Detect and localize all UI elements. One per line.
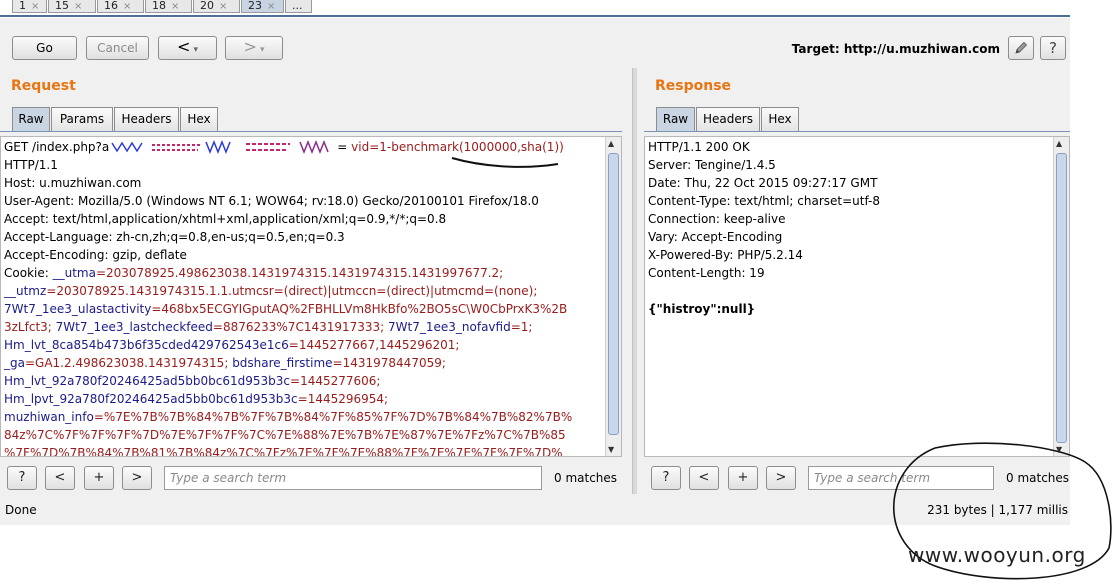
request-scrollbar[interactable]: ▲ ▼ (605, 137, 621, 456)
response-line: {"histroy":null} (648, 302, 756, 316)
request-line: %7F%7D%7B%84%7B%81%7B%84z%7C%7Fz%7E%7F%7… (4, 446, 563, 457)
close-icon[interactable]: × (74, 1, 82, 12)
response-matches: 0 matches (1006, 471, 1070, 485)
response-line: X-Powered-By: PHP/5.2.14 (648, 248, 803, 262)
request-tabs-underline (0, 131, 622, 132)
response-line: Connection: keep-alive (648, 212, 786, 226)
top-tab-1[interactable]: 1 × (12, 0, 47, 13)
response-search-input[interactable] (808, 466, 994, 490)
close-icon[interactable]: × (123, 1, 131, 12)
request-scroll-thumb[interactable] (608, 153, 619, 435)
back-dropdown-icon[interactable]: ▾ (193, 45, 198, 55)
top-tab-16[interactable]: 16 × (97, 0, 144, 13)
tab-request-hex[interactable]: Hex (180, 107, 218, 131)
request-line: GET /index.php?a = vid=1-benchmark(100000… (4, 140, 564, 154)
scroll-down-icon[interactable]: ▼ (1056, 445, 1062, 454)
response-search-prev-button[interactable]: < (689, 466, 719, 490)
request-line: _ga=GA1.2.498623038.1431974315; bdshare_… (4, 356, 446, 370)
tab-response-headers[interactable]: Headers (696, 107, 760, 131)
request-editor[interactable]: GET /index.php?a = vid=1-benchmark(100000… (0, 136, 622, 457)
response-line: Content-Length: 19 (648, 266, 765, 280)
request-line: Accept-Language: zh-cn,zh;q=0.8,en-us;q=… (4, 230, 345, 244)
request-line: Hm_lpvt_92a780f20246425ad5bb0bc61d953b3c… (4, 392, 389, 406)
top-tab-15[interactable]: 15 × (48, 0, 96, 13)
response-scrollbar[interactable]: ▲ ▼ (1053, 137, 1069, 456)
watermark-text: www.wooyun.org (908, 543, 1086, 567)
tab-response-hex[interactable]: Hex (761, 107, 799, 131)
close-icon[interactable]: × (171, 1, 179, 12)
response-search-help-button[interactable]: ? (651, 466, 681, 490)
tab-request-raw[interactable]: Raw (12, 107, 50, 131)
top-tab-23[interactable]: 23 × (241, 0, 284, 13)
target-label: Target: http://u.muzhiwan.com (791, 42, 1000, 56)
repeater-window: 1 × 15 × 16 × 18 × 20 × 23 ×... Go Cancel < ▾ > ▾ Tar… (0, 0, 1070, 525)
request-line: Hm_lvt_8ca854b473b6f35cded429762543e1c6=… (4, 338, 460, 352)
top-tab-label: ... (292, 0, 303, 12)
top-tab-18[interactable]: 18 × (145, 0, 192, 13)
pane-splitter[interactable] (632, 68, 637, 494)
scroll-down-icon[interactable]: ▼ (608, 445, 614, 454)
top-tab-label: 1 (19, 0, 26, 12)
back-button[interactable]: < ▾ (158, 36, 217, 60)
response-line (648, 282, 1051, 300)
tab-response-raw[interactable]: Raw (656, 107, 695, 131)
response-tabs-underline (644, 131, 1070, 132)
response-line: Server: Tengine/1.4.5 (648, 158, 776, 172)
tab-request-params[interactable]: Params (51, 107, 113, 131)
request-line: muzhiwan_info=%7E%7B%7B%84%7B%7F%7B%84%7… (4, 410, 573, 424)
request-line: Accept: text/html,application/xhtml+xml,… (4, 212, 447, 226)
request-line: Host: u.muzhiwan.com (4, 176, 142, 190)
status-text: Done (5, 503, 37, 517)
forward-dropdown-icon[interactable]: ▾ (260, 45, 265, 55)
request-line: User-Agent: Mozilla/5.0 (Windows NT 6.1;… (4, 194, 539, 208)
tab-strip-underline (0, 15, 1070, 17)
top-tab-20[interactable]: 20 × (193, 0, 240, 13)
request-line: Hm_lvt_92a780f20246425ad5bb0bc61d953b3c=… (4, 374, 381, 388)
top-tab-label: 20 (200, 0, 214, 12)
scroll-up-icon[interactable]: ▲ (608, 139, 614, 148)
request-line: 3zLfct3; 7Wt7_1ee3_lastcheckfeed=8876233… (4, 320, 533, 334)
response-scroll-thumb[interactable] (1056, 153, 1067, 443)
request-search-add-button[interactable]: + (84, 466, 114, 490)
top-tab-label: 16 (104, 0, 118, 12)
cancel-button[interactable]: Cancel (86, 36, 149, 60)
request-title: Request (11, 78, 76, 94)
request-line: 84z%7C%7F%7F%7F%7D%7E%7F%7F%7C%7E%88%7E%… (4, 428, 566, 442)
forward-button[interactable]: > ▾ (225, 36, 283, 60)
response-line: Content-Type: text/html; charset=utf-8 (648, 194, 881, 208)
request-search-input[interactable] (164, 466, 542, 490)
edit-target-button[interactable] (1008, 36, 1034, 60)
top-tab-label: 15 (55, 0, 69, 12)
top-tab-label: 23 (248, 0, 262, 12)
request-search-help-button[interactable]: ? (7, 466, 37, 490)
response-title: Response (655, 78, 732, 94)
response-editor[interactable]: HTTP/1.1 200 OK Server: Tengine/1.4.5 Date… (644, 136, 1070, 457)
request-line: HTTP/1.1 (4, 158, 58, 172)
response-stats: 231 bytes | 1,177 millis (927, 503, 1068, 517)
close-icon[interactable]: × (267, 1, 275, 12)
response-search-next-button[interactable]: > (766, 466, 796, 490)
go-button[interactable]: Go (12, 36, 77, 60)
response-line: HTTP/1.1 200 OK (648, 140, 750, 154)
request-matches: 0 matches (554, 471, 618, 485)
response-search-add-button[interactable]: + (728, 466, 758, 490)
pencil-icon (1015, 41, 1028, 54)
response-line: Date: Thu, 22 Oct 2015 09:27:17 GMT (648, 176, 878, 190)
request-line: Cookie: __utma=203078925.498623038.14319… (4, 266, 504, 280)
top-tab-more[interactable]: ... (285, 0, 312, 13)
forward-arrow-icon: > (243, 37, 257, 56)
back-arrow-icon: < (177, 37, 191, 56)
close-icon[interactable]: × (31, 1, 39, 12)
top-tab-label: 18 (152, 0, 166, 12)
request-search-prev-button[interactable]: < (45, 466, 75, 490)
response-line: Vary: Accept-Encoding (648, 230, 783, 244)
close-icon[interactable]: × (219, 1, 227, 12)
request-search-next-button[interactable]: > (122, 466, 152, 490)
request-line: Accept-Encoding: gzip, deflate (4, 248, 187, 262)
tab-request-headers[interactable]: Headers (114, 107, 179, 131)
request-line: __utmz=203078925.1431974315.1.1.utmcsr=(… (4, 284, 538, 298)
scroll-up-icon[interactable]: ▲ (1056, 139, 1062, 148)
request-line: 7Wt7_1ee3_ulastactivity=468bx5ECGYIGputA… (4, 302, 568, 316)
help-button[interactable]: ? (1040, 36, 1066, 60)
